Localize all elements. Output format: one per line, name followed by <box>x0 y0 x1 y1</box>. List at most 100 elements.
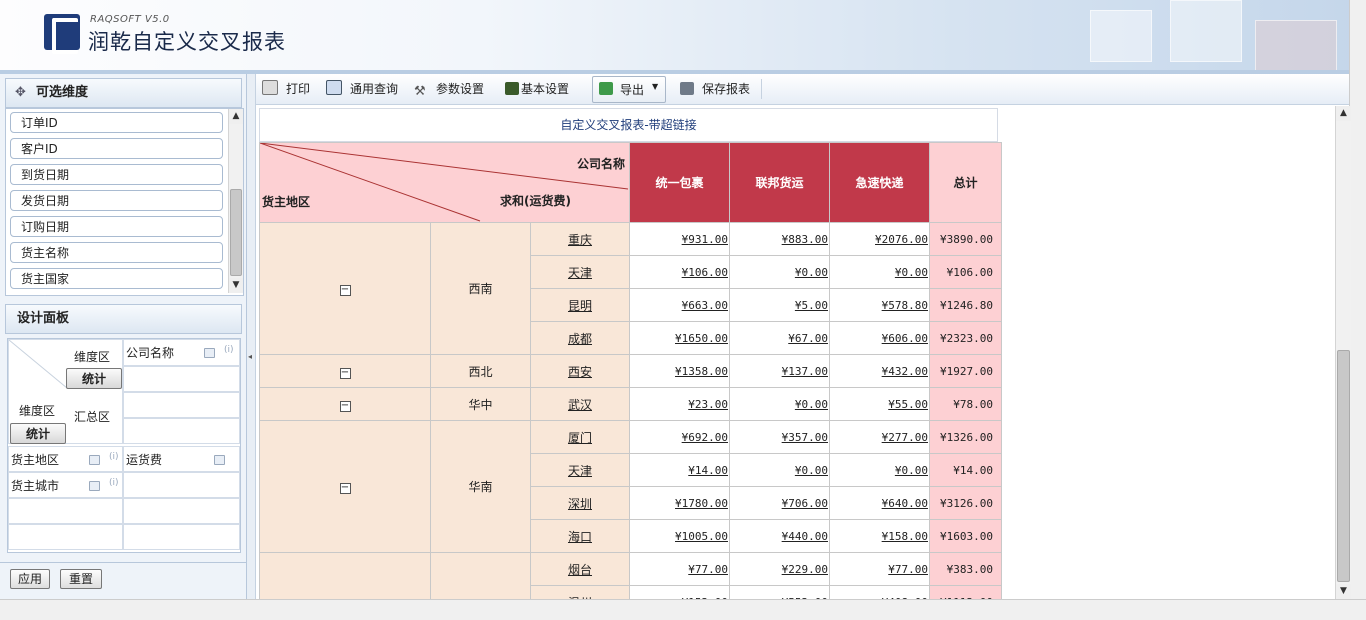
dimension-item[interactable]: 货主国家 <box>10 268 223 289</box>
value-link[interactable]: ¥931.00 <box>629 222 730 256</box>
filter-icon[interactable]: (i) <box>109 452 119 462</box>
row-dimension-slot[interactable] <box>8 498 123 524</box>
value-link[interactable]: ¥277.00 <box>829 420 930 454</box>
value-link[interactable]: ¥14.00 <box>629 453 730 487</box>
value-link[interactable]: ¥152.00 <box>629 585 730 599</box>
collapse-toggle-icon[interactable]: − <box>339 483 351 494</box>
query-button[interactable]: 通用查询 <box>326 78 398 100</box>
collapse-toggle-icon[interactable]: − <box>339 400 351 412</box>
apply-button[interactable]: 应用 <box>10 569 50 589</box>
value-link[interactable]: ¥0.00 <box>829 255 930 289</box>
row-stat-button[interactable]: 统计 <box>10 423 66 444</box>
city-link[interactable]: 武汉 <box>530 387 630 421</box>
value-link[interactable]: ¥432.00 <box>829 354 930 388</box>
value-link[interactable]: ¥883.00 <box>729 222 830 256</box>
measure-slot[interactable] <box>123 498 240 524</box>
scroll-down-icon[interactable]: ▼ <box>229 278 243 293</box>
value-link[interactable]: ¥0.00 <box>729 255 830 289</box>
dimension-item[interactable]: 发货日期 <box>10 190 223 211</box>
sort-icon[interactable] <box>214 455 225 465</box>
value-link[interactable]: ¥0.00 <box>829 453 930 487</box>
row-dimension-slot[interactable] <box>8 524 123 550</box>
city-link[interactable]: 成都 <box>530 321 630 355</box>
city-link[interactable]: 深圳 <box>530 486 630 520</box>
city-link[interactable]: 西安 <box>530 354 630 388</box>
measure-slot[interactable] <box>123 524 240 550</box>
sort-icon[interactable] <box>89 481 100 491</box>
value-link[interactable]: ¥1780.00 <box>629 486 730 520</box>
value-link[interactable]: ¥2076.00 <box>829 222 930 256</box>
dimension-item[interactable]: 订购日期 <box>10 216 223 237</box>
col-stat-button[interactable]: 统计 <box>66 368 122 389</box>
print-button[interactable]: 打印 <box>262 78 310 100</box>
city-link[interactable]: 烟台 <box>530 552 630 586</box>
report-scrollbar[interactable]: ▲ ▼ <box>1335 106 1351 599</box>
measure-slot[interactable]: 运货费 <box>123 446 240 472</box>
value-link[interactable]: ¥1005.00 <box>629 519 730 553</box>
scroll-down-icon[interactable]: ▼ <box>1336 584 1351 599</box>
value-link[interactable]: ¥1358.00 <box>629 354 730 388</box>
city-link[interactable]: 海口 <box>530 519 630 553</box>
scroll-thumb[interactable] <box>230 189 242 276</box>
city-link[interactable]: 厦门 <box>530 420 630 454</box>
column-header[interactable]: 联邦货运 <box>729 142 830 223</box>
city-link[interactable]: 昆明 <box>530 288 630 322</box>
collapse-toggle-icon[interactable]: − <box>339 367 351 379</box>
dimension-item[interactable]: 货主名称 <box>10 242 223 263</box>
sort-icon[interactable] <box>204 348 215 358</box>
value-link[interactable]: ¥77.00 <box>629 552 730 586</box>
filter-icon[interactable]: (i) <box>224 345 234 355</box>
collapse-left-icon[interactable]: ◂ <box>248 352 252 361</box>
reset-button[interactable]: 重置 <box>60 569 102 589</box>
summary-slot[interactable] <box>123 392 240 418</box>
dimension-list-scrollbar[interactable]: ▲ ▼ <box>228 109 243 293</box>
col-dimension-slot[interactable]: 公司名称 (i) <box>123 339 240 366</box>
column-header[interactable]: 统一包裹 <box>629 142 730 223</box>
dimension-item[interactable]: 客户ID <box>10 138 223 159</box>
value-link[interactable]: ¥137.00 <box>729 354 830 388</box>
city-link[interactable]: 温州 <box>530 585 630 599</box>
value-link[interactable]: ¥0.00 <box>729 387 830 421</box>
value-link[interactable]: ¥23.00 <box>629 387 730 421</box>
dimension-item[interactable]: 订单ID <box>10 112 223 133</box>
summary-slot[interactable] <box>123 418 240 444</box>
value-link[interactable]: ¥106.00 <box>629 255 730 289</box>
row-dimension-slot[interactable]: 货主地区 (i) <box>8 446 123 472</box>
scroll-thumb[interactable] <box>1337 350 1350 582</box>
scroll-up-icon[interactable]: ▲ <box>229 109 243 124</box>
value-link[interactable]: ¥640.00 <box>829 486 930 520</box>
value-link[interactable]: ¥706.00 <box>729 486 830 520</box>
row-dimension-slot[interactable]: 货主城市 (i) <box>8 472 123 498</box>
value-link[interactable]: ¥0.00 <box>729 453 830 487</box>
value-link[interactable]: ¥357.00 <box>729 420 830 454</box>
value-link[interactable]: ¥229.00 <box>729 552 830 586</box>
city-link[interactable]: 天津 <box>530 453 630 487</box>
value-link[interactable]: ¥663.00 <box>629 288 730 322</box>
city-link[interactable]: 重庆 <box>530 222 630 256</box>
value-link[interactable]: ¥5.00 <box>729 288 830 322</box>
value-link[interactable]: ¥692.00 <box>629 420 730 454</box>
column-header[interactable]: 急速快递 <box>829 142 930 223</box>
value-link[interactable]: ¥440.00 <box>729 519 830 553</box>
value-link[interactable]: ¥578.80 <box>829 288 930 322</box>
measure-slot[interactable] <box>123 472 240 498</box>
dimension-item[interactable]: 到货日期 <box>10 164 223 185</box>
city-link[interactable]: 天津 <box>530 255 630 289</box>
scroll-up-icon[interactable]: ▲ <box>1336 106 1351 121</box>
col-dimension-slot[interactable] <box>123 366 240 392</box>
collapse-toggle-icon[interactable]: − <box>339 285 351 296</box>
value-link[interactable]: ¥1650.00 <box>629 321 730 355</box>
basic-settings-button[interactable]: 基本设置 <box>505 78 569 100</box>
save-report-button[interactable]: 保存报表 <box>680 78 750 100</box>
value-link[interactable]: ¥552.00 <box>729 585 830 599</box>
value-link[interactable]: ¥158.00 <box>829 519 930 553</box>
value-link[interactable]: ¥606.00 <box>829 321 930 355</box>
export-dropdown[interactable]: 导出 ▼ <box>592 76 666 103</box>
value-link[interactable]: ¥67.00 <box>729 321 830 355</box>
params-button[interactable]: ⚒ 参数设置 <box>414 78 484 100</box>
value-link[interactable]: ¥55.00 <box>829 387 930 421</box>
value-link[interactable]: ¥408.00 <box>829 585 930 599</box>
value-link[interactable]: ¥77.00 <box>829 552 930 586</box>
sort-icon[interactable] <box>89 455 100 465</box>
panel-splitter[interactable]: ◂ <box>247 74 256 599</box>
